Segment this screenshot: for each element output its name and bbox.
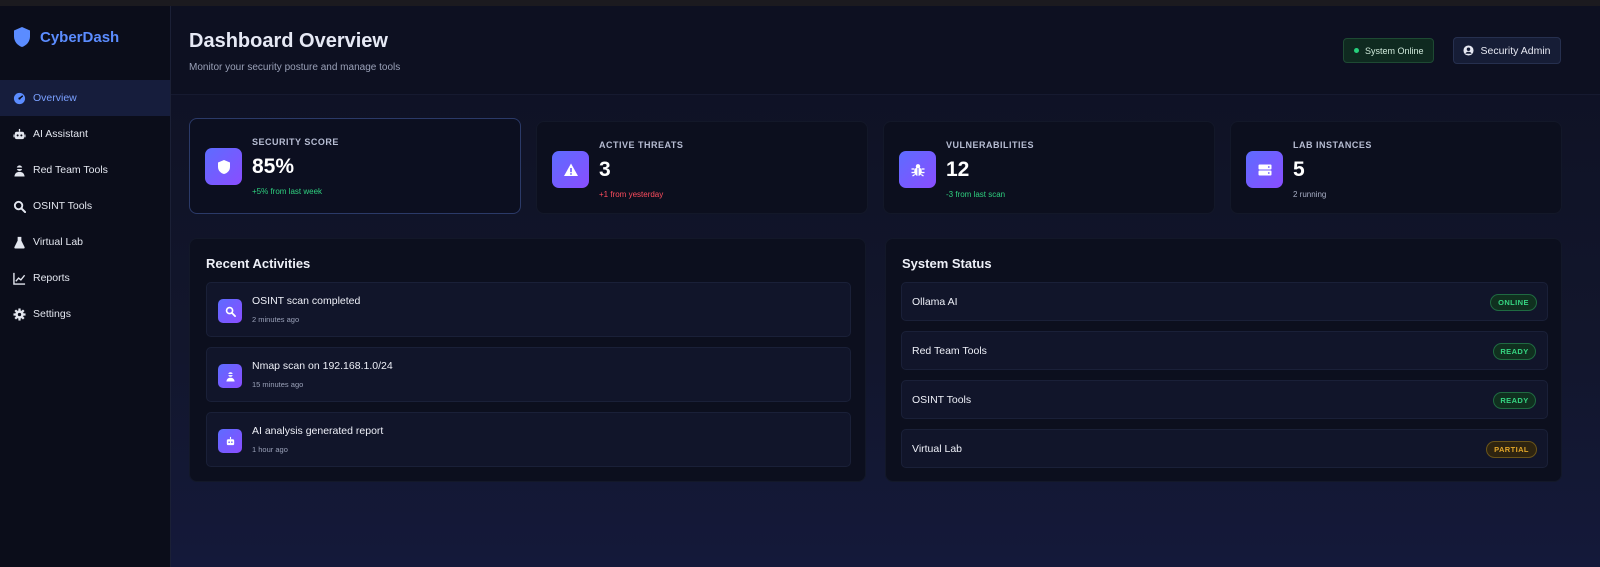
- panel-title: Recent Activities: [206, 256, 311, 271]
- brand-name: CyberDash: [40, 28, 120, 46]
- status-badge: READY: [1493, 392, 1536, 409]
- status-dot-icon: [1354, 48, 1359, 53]
- system-status-panel: System Status Ollama AI ONLINE Red Team …: [885, 238, 1562, 482]
- activity-item[interactable]: OSINT scan completed 2 minutes ago: [206, 282, 851, 337]
- sidebar-item-ai-assistant[interactable]: AI Assistant: [0, 116, 170, 152]
- status-badge: ONLINE: [1490, 294, 1537, 311]
- service-name: Ollama AI: [912, 295, 958, 308]
- stat-delta: -3 from last scan: [946, 190, 1006, 199]
- sidebar-item-overview[interactable]: Overview: [0, 80, 170, 116]
- activity-time: 2 minutes ago: [252, 315, 300, 324]
- page-header: Dashboard Overview Monitor your security…: [171, 6, 1600, 95]
- sidebar: CyberDash Overview AI Assistant Red Team…: [0, 6, 171, 567]
- status-badge: PARTIAL: [1486, 441, 1537, 458]
- robot-icon: [218, 429, 242, 453]
- sidebar-item-settings[interactable]: Settings: [0, 296, 170, 332]
- status-row-osint-tools: OSINT Tools READY: [901, 380, 1548, 419]
- warning-icon: [552, 151, 589, 188]
- status-row-virtual-lab: Virtual Lab PARTIAL: [901, 429, 1548, 468]
- activity-title: OSINT scan completed: [252, 295, 361, 307]
- stat-card-security-score[interactable]: SECURITY SCORE 85% +5% from last week: [189, 118, 521, 214]
- user-secret-icon: [13, 164, 26, 177]
- search-icon: [13, 200, 26, 213]
- stats-cards: SECURITY SCORE 85% +5% from last week AC…: [189, 118, 1562, 214]
- robot-icon: [13, 128, 26, 141]
- status-row-ollama-ai: Ollama AI ONLINE: [901, 282, 1548, 321]
- user-menu-button[interactable]: Security Admin: [1453, 37, 1561, 64]
- activity-time: 15 minutes ago: [252, 380, 304, 389]
- activity-time: 1 hour ago: [252, 445, 288, 454]
- stat-card-active-threats[interactable]: ACTIVE THREATS 3 +1 from yesterday: [536, 121, 868, 214]
- stat-delta: 2 running: [1293, 190, 1327, 199]
- user-name: Security Admin: [1480, 44, 1551, 57]
- service-name: Virtual Lab: [912, 442, 963, 455]
- gauge-icon: [13, 92, 26, 105]
- activity-title: AI analysis generated report: [252, 425, 384, 437]
- stat-value: 12: [946, 158, 970, 181]
- activity-item[interactable]: AI analysis generated report 1 hour ago: [206, 412, 851, 467]
- shield-icon: [205, 148, 242, 185]
- sidebar-nav: Overview AI Assistant Red Team Tools OSI…: [0, 80, 170, 332]
- service-name: Red Team Tools: [912, 344, 987, 357]
- sidebar-item-label: Overview: [33, 92, 77, 104]
- stat-value: 85%: [252, 155, 295, 178]
- sidebar-item-label: AI Assistant: [33, 128, 88, 140]
- sidebar-item-label: Reports: [33, 272, 70, 284]
- stat-label: LAB INSTANCES: [1293, 140, 1372, 150]
- sidebar-item-red-team-tools[interactable]: Red Team Tools: [0, 152, 170, 188]
- panel-title: System Status: [902, 256, 992, 271]
- stat-card-lab-instances[interactable]: LAB INSTANCES 5 2 running: [1230, 121, 1562, 214]
- bug-icon: [899, 151, 936, 188]
- flask-icon: [13, 236, 26, 249]
- stat-label: SECURITY SCORE: [252, 137, 339, 147]
- sidebar-item-label: Virtual Lab: [33, 236, 84, 248]
- stat-value: 5: [1293, 158, 1305, 181]
- shield-logo-icon: [14, 27, 30, 47]
- chart-line-icon: [13, 272, 26, 285]
- stat-delta: +5% from last week: [252, 187, 323, 196]
- page-subtitle: Monitor your security posture and manage…: [189, 62, 401, 73]
- sidebar-item-reports[interactable]: Reports: [0, 260, 170, 296]
- sidebar-item-label: Red Team Tools: [33, 164, 108, 176]
- sidebar-item-label: OSINT Tools: [33, 200, 93, 212]
- main-content: Dashboard Overview Monitor your security…: [171, 6, 1600, 567]
- status-row-red-team-tools: Red Team Tools READY: [901, 331, 1548, 370]
- activity-title: Nmap scan on 192.168.1.0/24: [252, 360, 393, 372]
- system-status-indicator: System Online: [1343, 38, 1434, 63]
- stat-value: 3: [599, 158, 611, 181]
- status-badge: READY: [1493, 343, 1536, 360]
- user-secret-icon: [218, 364, 242, 388]
- sidebar-item-virtual-lab[interactable]: Virtual Lab: [0, 224, 170, 260]
- page-title: Dashboard Overview: [189, 30, 388, 52]
- stat-label: VULNERABILITIES: [946, 140, 1035, 150]
- stat-delta: +1 from yesterday: [599, 190, 664, 199]
- recent-activities-panel: Recent Activities OSINT scan completed 2…: [189, 238, 866, 482]
- system-status-text: System Online: [1365, 45, 1424, 56]
- stat-label: ACTIVE THREATS: [599, 140, 684, 150]
- sidebar-item-osint-tools[interactable]: OSINT Tools: [0, 188, 170, 224]
- user-circle-icon: [1463, 45, 1475, 56]
- activity-item[interactable]: Nmap scan on 192.168.1.0/24 15 minutes a…: [206, 347, 851, 402]
- search-icon: [218, 299, 242, 323]
- sidebar-item-label: Settings: [33, 308, 71, 320]
- stat-card-vulnerabilities[interactable]: VULNERABILITIES 12 -3 from last scan: [883, 121, 1215, 214]
- gear-icon: [13, 307, 26, 321]
- service-name: OSINT Tools: [912, 393, 972, 406]
- server-icon: [1246, 151, 1283, 188]
- brand[interactable]: CyberDash: [0, 6, 170, 68]
